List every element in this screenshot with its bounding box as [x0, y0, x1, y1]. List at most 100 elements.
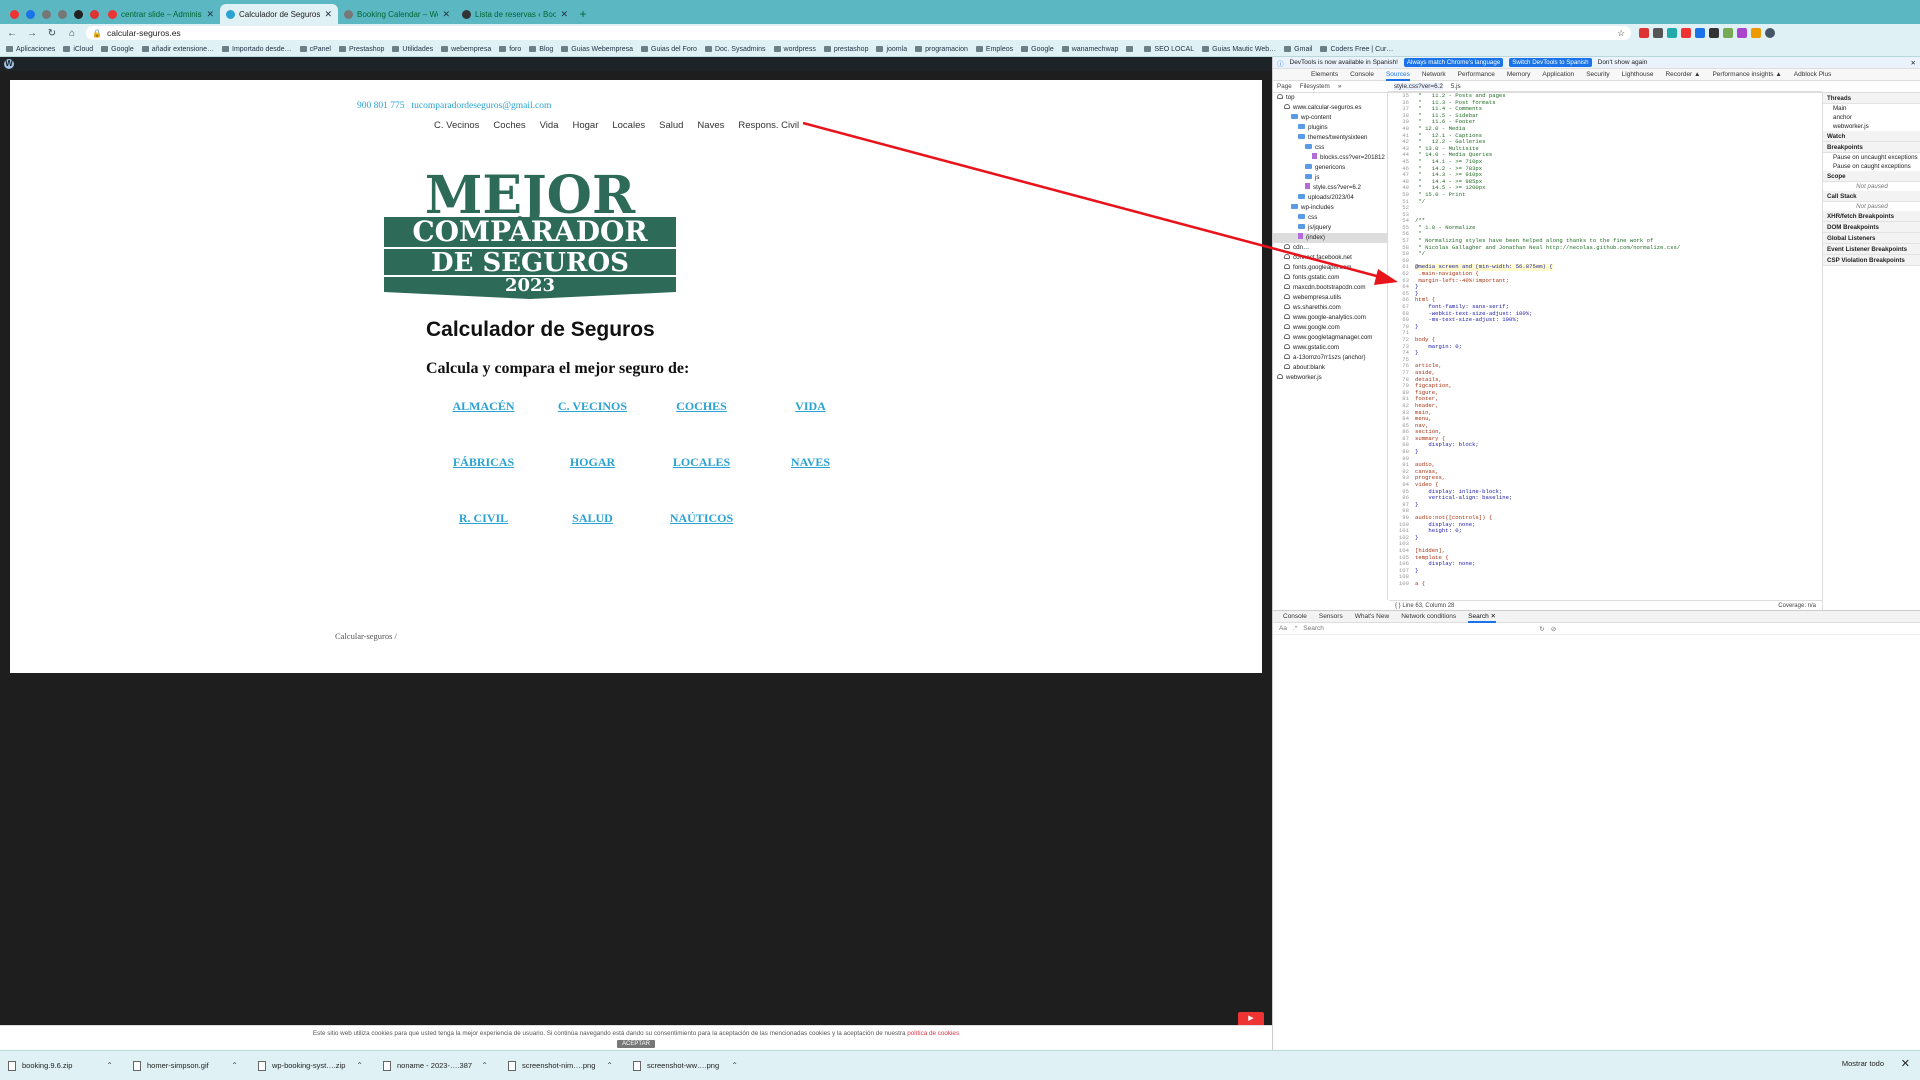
regex-toggle[interactable]: .*: [1293, 625, 1297, 632]
extension-icon[interactable]: [1695, 28, 1705, 38]
sidebar-item[interactable]: Not paused: [1823, 182, 1920, 191]
browser-tab[interactable]: [38, 4, 54, 24]
browser-tab[interactable]: Lista de reservas ‹ Booking C…✕: [456, 4, 574, 24]
extension-icon[interactable]: [1681, 28, 1691, 38]
devtools-tab[interactable]: Recorder ▲: [1665, 71, 1700, 78]
bookmark-item[interactable]: iCloud: [63, 46, 93, 53]
breadcrumb[interactable]: Calcular-seguros /: [335, 631, 397, 641]
bookmark-item[interactable]: foro: [499, 46, 521, 53]
navigator-tab[interactable]: Filesystem: [1300, 83, 1330, 90]
back-icon[interactable]: ←: [6, 28, 18, 39]
close-downloads-icon[interactable]: ✕: [1901, 1057, 1910, 1070]
reload-icon[interactable]: ↻: [46, 28, 58, 39]
always-match-language-button[interactable]: Always match Chrome's language: [1403, 58, 1504, 67]
drawer-tab[interactable]: What's New: [1355, 613, 1389, 620]
devtools-tab[interactable]: Adblock Plus: [1794, 71, 1832, 78]
bookmark-item[interactable]: Gmail: [1284, 46, 1312, 53]
match-case-toggle[interactable]: Aa: [1279, 625, 1287, 632]
drawer-tab[interactable]: Network conditions: [1401, 613, 1456, 620]
tree-item[interactable]: top: [1273, 93, 1387, 103]
sidebar-section-header[interactable]: Threads: [1823, 93, 1920, 104]
bookmark-item[interactable]: joomla: [876, 46, 907, 53]
sidebar-section-header[interactable]: Breakpoints: [1823, 142, 1920, 153]
chevron-up-icon[interactable]: ⌃: [106, 1061, 113, 1070]
tree-item[interactable]: plugins: [1273, 123, 1387, 133]
insurance-link[interactable]: HOGAR: [538, 455, 647, 511]
tree-item[interactable]: blocks.css?ver=201812: [1273, 153, 1387, 163]
chevron-up-icon[interactable]: ⌃: [481, 1061, 488, 1070]
chevron-up-icon[interactable]: ⌃: [731, 1061, 738, 1070]
insurance-link[interactable]: C. VECINOS: [538, 399, 647, 455]
nav-link[interactable]: C. Vecinos: [434, 120, 479, 131]
download-item[interactable]: screenshot-ww….png ⌃: [633, 1060, 738, 1071]
forward-icon[interactable]: →: [26, 28, 38, 39]
download-item[interactable]: noname - 2023-….387 ⌃: [383, 1060, 488, 1071]
code-editor[interactable]: 35 * 11.2 - Posts and pages 36 * 11.3 - P…: [1389, 93, 1822, 590]
extension-icon[interactable]: [1639, 28, 1649, 38]
sidebar-item[interactable]: Pause on uncaught exceptions: [1823, 153, 1920, 162]
devtools-tab[interactable]: Console: [1350, 71, 1374, 78]
tree-item[interactable]: wp-content: [1273, 113, 1387, 123]
devtools-tab[interactable]: Elements: [1311, 71, 1338, 78]
email-link[interactable]: tucomparadordeseguros@gmail.com: [412, 101, 552, 111]
phone-link[interactable]: 900 801 775: [357, 101, 405, 111]
sidebar-section-header[interactable]: Scope: [1823, 171, 1920, 182]
tree-item[interactable]: (index): [1273, 233, 1387, 243]
extension-icon[interactable]: [1723, 28, 1733, 38]
devtools-tab[interactable]: Lighthouse: [1622, 71, 1654, 78]
tree-item[interactable]: webempresa.utils: [1273, 293, 1387, 303]
close-icon[interactable]: ✕: [1911, 59, 1916, 67]
insurance-link[interactable]: FÁBRICAS: [429, 455, 538, 511]
navigator-tab[interactable]: Page: [1277, 83, 1292, 90]
browser-tab[interactable]: Booking Calendar – WordPres… ✕: [338, 4, 456, 24]
extension-icon[interactable]: [1667, 28, 1677, 38]
tree-item[interactable]: style.css?ver=6.2: [1273, 183, 1387, 193]
tree-item[interactable]: www.googletagmanager.com: [1273, 333, 1387, 343]
sidebar-item[interactable]: Not paused: [1823, 202, 1920, 211]
bookmark-item[interactable]: wanamechwap: [1061, 46, 1118, 53]
tab-close-icon[interactable]: ✕: [324, 9, 332, 20]
bookmark-item[interactable]: Aplicaciones: [6, 46, 55, 53]
bookmark-item[interactable]: wordpress: [773, 46, 816, 53]
nav-link[interactable]: Salud: [659, 120, 683, 131]
extension-icon[interactable]: [1709, 28, 1719, 38]
tree-item[interactable]: wp-includes: [1273, 203, 1387, 213]
sidebar-section-header[interactable]: DOM Breakpoints: [1823, 222, 1920, 233]
cookie-accept-button[interactable]: ACEPTAR: [617, 1040, 655, 1048]
tree-item[interactable]: about:blank: [1273, 363, 1387, 373]
extension-icon[interactable]: [1751, 28, 1761, 38]
sidebar-section-header[interactable]: Event Listener Breakpoints: [1823, 244, 1920, 255]
sidebar-item[interactable]: anchor: [1823, 113, 1920, 122]
nav-link[interactable]: Locales: [612, 120, 645, 131]
browser-tab[interactable]: [86, 4, 102, 24]
sidebar-item[interactable]: Main: [1823, 104, 1920, 113]
clear-icon[interactable]: ⊘: [1551, 625, 1556, 633]
drawer-tab[interactable]: Console: [1283, 613, 1307, 620]
download-item[interactable]: wp-booking-syst….zip ⌃: [258, 1060, 363, 1071]
drawer-tab[interactable]: Sensors: [1319, 613, 1343, 620]
open-file-tab[interactable]: style.css?ver=6.2: [1394, 82, 1443, 90]
devtools-tab[interactable]: Memory: [1507, 71, 1530, 78]
bookmark-item[interactable]: programacion: [915, 46, 968, 53]
sidebar-item[interactable]: Pause on caught exceptions: [1823, 162, 1920, 171]
bookmark-item[interactable]: Importado desde…: [222, 46, 292, 53]
browser-tab[interactable]: centrar slide – Administració… ✕: [102, 4, 220, 24]
tree-item[interactable]: fonts.gstatic.com: [1273, 273, 1387, 283]
tree-item[interactable]: genericons: [1273, 163, 1387, 173]
browser-tab[interactable]: [70, 4, 86, 24]
address-bar[interactable]: 🔒 calcular-seguros.es ☆: [86, 26, 1631, 40]
browser-tab[interactable]: Calculador de Seguros - Calc…✕: [220, 4, 338, 24]
bookmark-item[interactable]: añadir extensione…: [141, 46, 214, 53]
tree-item[interactable]: www.calcular-seguros.es: [1273, 103, 1387, 113]
tree-item[interactable]: js: [1273, 173, 1387, 183]
tab-close-icon[interactable]: ✕: [206, 9, 214, 20]
tree-item[interactable]: a-13omzo7rr1szs (anchor): [1273, 353, 1387, 363]
dont-show-again-button[interactable]: Don't show again: [1598, 59, 1648, 66]
tree-item[interactable]: webworker.js: [1273, 373, 1387, 383]
cookie-policy-link[interactable]: política de cookies: [907, 1030, 959, 1037]
bookmark-item[interactable]: cPanel: [299, 46, 331, 53]
insurance-link[interactable]: LOCALES: [647, 455, 756, 511]
sidebar-section-header[interactable]: Global Listeners: [1823, 233, 1920, 244]
devtools-tab[interactable]: Performance: [1458, 71, 1495, 78]
chevron-up-icon[interactable]: ⌃: [231, 1061, 238, 1070]
